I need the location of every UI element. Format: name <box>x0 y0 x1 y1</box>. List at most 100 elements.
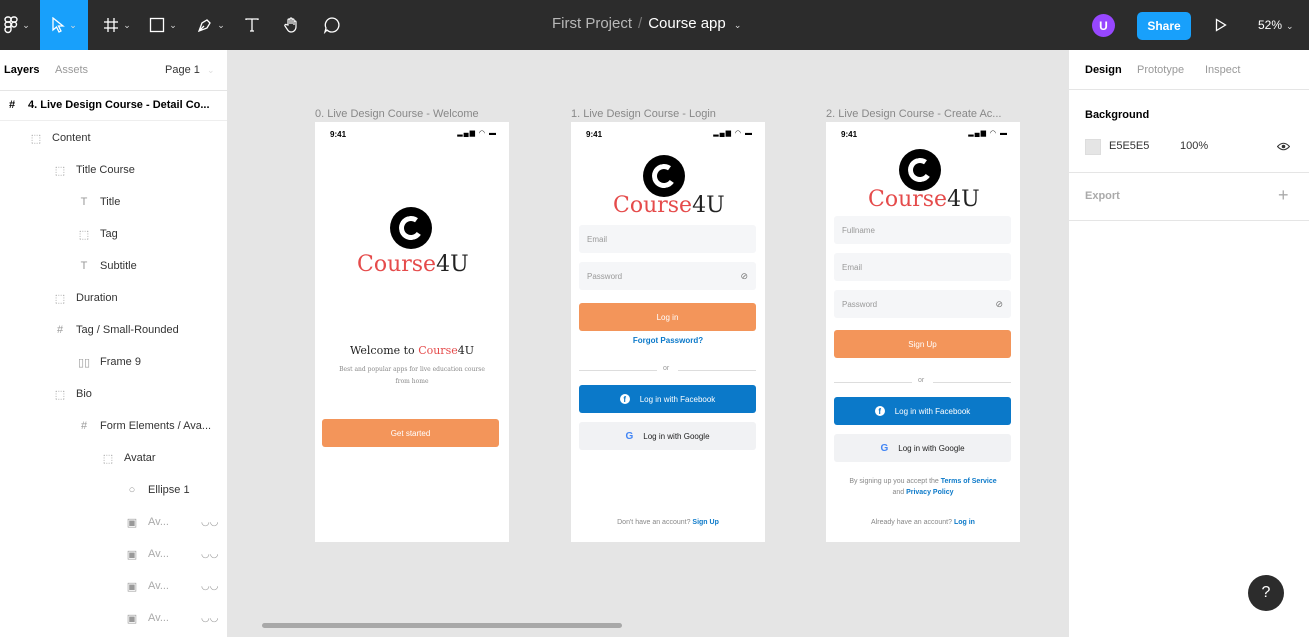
comment-tool-button[interactable] <box>318 0 346 50</box>
background-opacity-input[interactable]: 100% <box>1180 140 1208 152</box>
login-link[interactable]: Log in <box>954 519 975 526</box>
share-button[interactable]: Share <box>1137 12 1191 40</box>
layer-row[interactable]: # Tag / Small-Rounded <box>0 314 227 346</box>
text-tool-button[interactable] <box>240 0 264 50</box>
email-field[interactable]: Email <box>834 253 1011 281</box>
file-name[interactable]: Course app <box>648 15 726 32</box>
google-login-button[interactable]: G Log in with Google <box>834 434 1011 462</box>
layer-row-frame[interactable]: # 4. Live Design Course - Detail Co... <box>0 89 227 121</box>
figma-menu-button[interactable]: ⌄ <box>0 0 34 50</box>
logo-icon <box>643 155 685 197</box>
eye-off-icon[interactable]: ⊘ <box>995 299 1003 310</box>
layer-row[interactable]: ▣ Av... ◡◡ <box>0 538 227 570</box>
user-avatar[interactable]: U <box>1092 14 1115 37</box>
layer-label: Title Course <box>76 164 135 176</box>
signup-link[interactable]: Sign Up <box>692 519 718 526</box>
fullname-field[interactable]: Fullname <box>834 216 1011 244</box>
hidden-eye-icon[interactable]: ◡◡ <box>201 613 218 624</box>
terms-line: By signing up you accept the Terms of Se… <box>826 476 1020 487</box>
text-layer-icon: T <box>80 196 88 208</box>
layer-row[interactable]: ⬚ Bio <box>0 378 227 410</box>
login-button[interactable]: Log in <box>579 303 756 331</box>
fullname-placeholder: Fullname <box>842 225 875 235</box>
login-prompt-text: Already have an account? <box>871 519 954 526</box>
get-started-button[interactable]: Get started <box>322 419 499 447</box>
shape-tool-button[interactable]: ⌄ <box>145 0 181 50</box>
hidden-eye-icon[interactable]: ◡◡ <box>201 517 218 528</box>
or-divider: or <box>579 365 756 375</box>
tab-inspect[interactable]: Inspect <box>1205 64 1240 76</box>
frame-title-welcome[interactable]: 0. Live Design Course - Welcome <box>315 108 479 120</box>
page-selector[interactable]: Page 1 ⌄ <box>165 64 214 76</box>
help-button[interactable]: ? <box>1248 575 1284 611</box>
password-field[interactable]: Password ⊘ <box>834 290 1011 318</box>
google-login-button[interactable]: G Log in with Google <box>579 422 756 450</box>
layer-row[interactable]: ▣ Av... ◡◡ <box>0 602 227 634</box>
facebook-login-button[interactable]: f Log in with Facebook <box>579 385 756 413</box>
layer-row[interactable]: # Form Elements / Ava... <box>0 410 227 442</box>
layer-row[interactable]: T Subtitle <box>0 250 227 282</box>
frame-title-login[interactable]: 1. Live Design Course - Login <box>571 108 716 120</box>
layer-row[interactable]: ⬚ Avatar <box>0 442 227 474</box>
tab-design[interactable]: Design <box>1085 64 1122 76</box>
password-field[interactable]: Password ⊘ <box>579 262 756 290</box>
frame-login[interactable]: 9:41 ▂▄▆ ◠ ▬ Course4U Email Password ⊘ Lo… <box>571 122 765 542</box>
chevron-down-icon: ⌄ <box>206 65 215 75</box>
frame-signup[interactable]: 9:41 ▂▄▆ ◠ ▬ Course4U Fullname Email Pas… <box>826 122 1020 542</box>
google-label: Log in with Google <box>898 443 965 453</box>
welcome-tagline: Best and popular apps for live education… <box>315 364 509 388</box>
hand-tool-button[interactable] <box>278 0 306 50</box>
or-text: or <box>663 365 670 372</box>
ellipse-icon: ○ <box>128 484 136 496</box>
pen-icon <box>198 19 212 33</box>
layer-row[interactable]: ▯▯ Frame 9 <box>0 346 227 378</box>
add-export-icon[interactable]: + <box>1278 185 1289 206</box>
facebook-login-button[interactable]: f Log in with Facebook <box>834 397 1011 425</box>
present-button[interactable] <box>1210 0 1232 50</box>
facebook-icon: f <box>619 394 630 404</box>
layer-row[interactable]: ⬚ Content <box>0 122 227 154</box>
hidden-eye-icon[interactable]: ◡◡ <box>201 549 218 560</box>
zoom-menu[interactable]: 52% ⌄ <box>1258 18 1294 32</box>
privacy-policy-link[interactable]: Privacy Policy <box>906 489 953 496</box>
signup-button[interactable]: Sign Up <box>834 330 1011 358</box>
frame-tool-button[interactable]: ⌄ <box>100 0 134 50</box>
hidden-eye-icon[interactable]: ◡◡ <box>201 581 218 592</box>
layer-row[interactable]: ⬚ Tag <box>0 218 227 250</box>
move-tool-button[interactable]: ⌄ <box>40 0 88 50</box>
eye-off-icon[interactable]: ⊘ <box>740 271 748 282</box>
text-icon <box>245 18 259 32</box>
visibility-eye-icon[interactable] <box>1276 140 1291 154</box>
image-icon: ▣ <box>126 548 138 561</box>
terms-of-service-link[interactable]: Terms of Service <box>941 478 997 485</box>
facebook-label: Log in with Facebook <box>639 394 716 404</box>
layer-row[interactable]: ○ Ellipse 1 <box>0 474 227 506</box>
tab-prototype[interactable]: Prototype <box>1137 64 1184 76</box>
frame-title-signup[interactable]: 2. Live Design Course - Create Ac... <box>826 108 1001 120</box>
layer-row[interactable]: ⬚ Duration <box>0 282 227 314</box>
chevron-down-icon[interactable]: ⌄ <box>734 20 742 30</box>
email-field[interactable]: Email <box>579 225 756 253</box>
forgot-password-link[interactable]: Forgot Password? <box>571 336 765 345</box>
layer-row[interactable]: ▣ Av... ◡◡ <box>0 570 227 602</box>
layer-label: Frame 9 <box>100 356 141 368</box>
play-icon <box>1215 18 1227 32</box>
project-name[interactable]: First Project <box>552 15 632 32</box>
horizontal-scrollbar[interactable] <box>262 623 622 628</box>
or-text: or <box>918 377 925 384</box>
group-icon: ⬚ <box>78 228 90 241</box>
background-hex-input[interactable]: E5E5E5 <box>1109 140 1149 152</box>
pen-tool-button[interactable]: ⌄ <box>193 0 229 50</box>
tab-layers[interactable]: Layers <box>4 64 39 76</box>
zoom-level: 52% <box>1258 18 1283 32</box>
chevron-down-icon: ⌄ <box>123 19 131 30</box>
chevron-down-icon: ⌄ <box>69 19 77 30</box>
frame-welcome[interactable]: 9:41 ▂▄▆ ◠ ▬ Course4U Welcome to Course4… <box>315 122 509 542</box>
brand-wordmark: Course4U <box>613 193 725 218</box>
layer-row[interactable]: T Title <box>0 186 227 218</box>
tab-assets[interactable]: Assets <box>55 64 88 76</box>
layer-row[interactable]: ▣ Av... ◡◡ <box>0 506 227 538</box>
background-swatch[interactable] <box>1085 139 1101 155</box>
layer-row[interactable]: ⬚ Title Course <box>0 154 227 186</box>
layer-label: Title <box>100 196 121 208</box>
